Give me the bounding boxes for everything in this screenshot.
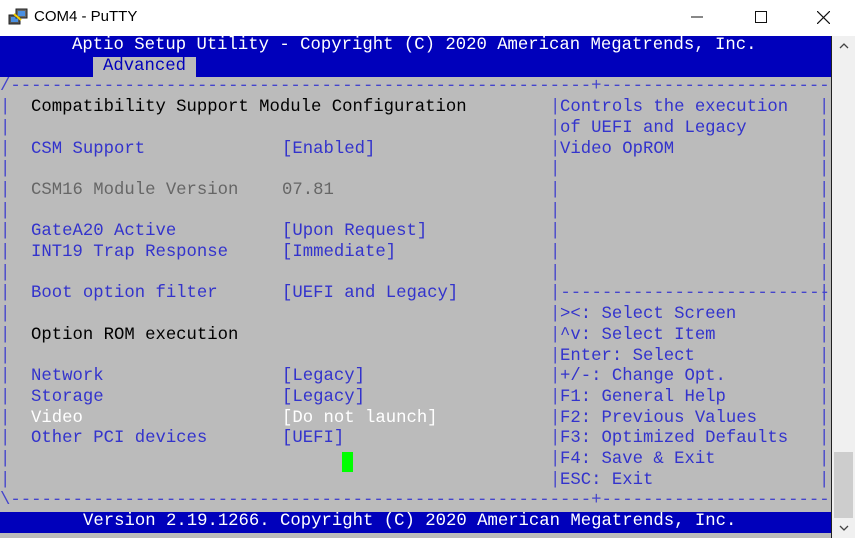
setting-row-storage[interactable]: Storage [Legacy] F1: General Help (0, 388, 831, 409)
setting-label: Video (31, 408, 83, 428)
window-titlebar: COM4 - PuTTY (0, 0, 855, 36)
setting-row-other-pci[interactable]: Other PCI devices [UEFI] F3: Optimized D… (0, 429, 831, 450)
setting-row-gatea20[interactable]: GateA20 Active [Upon Request] (0, 222, 831, 243)
key-help-item: ^v: Select Item (560, 325, 716, 345)
key-help-item: ESC: Exit (560, 470, 654, 490)
help-text-line: of UEFI and Legacy (560, 118, 747, 138)
section-title: Compatibility Support Module Configurati… (31, 98, 467, 118)
setting-label: Boot option filter (31, 284, 218, 304)
subsection-title-row: Option ROM execution ^v: Select Item (0, 326, 831, 347)
setting-label: INT19 Trap Response (31, 243, 229, 262)
maximize-button[interactable] (738, 0, 784, 34)
setting-value[interactable]: [Do not launch] (282, 409, 438, 430)
bios-header-bar: Aptio Setup Utility - Copyright (C) 2020… (0, 36, 831, 57)
setting-value[interactable]: [UEFI] (282, 429, 344, 450)
vertical-scrollbar[interactable] (831, 36, 855, 538)
setting-value: 07.81 (282, 180, 334, 200)
setting-value[interactable]: [Legacy] (282, 388, 365, 409)
right-border-pipe: | (819, 201, 830, 221)
help-divider: |--------------------------| (550, 284, 831, 304)
chevron-down-icon (839, 525, 848, 531)
setting-label: Storage (31, 387, 104, 407)
scroll-up-button[interactable] (832, 36, 855, 56)
key-help-row: ><: Select Screen (0, 305, 831, 326)
minimize-icon (691, 16, 703, 18)
middle-border-pipe: | (550, 263, 561, 283)
close-button[interactable] (800, 0, 846, 34)
section-title-row: Compatibility Support Module Configurati… (0, 98, 831, 119)
blank-row: of UEFI and Legacy (0, 119, 831, 140)
key-help-row: F4: Save & Exit (0, 450, 831, 471)
setting-label: GateA20 Active (31, 222, 177, 242)
key-help-item: F4: Save & Exit (560, 450, 716, 469)
setting-label: Other PCI devices (31, 429, 208, 449)
key-help-item: F2: Previous Values (560, 408, 758, 428)
help-text-line: Video OpROM (560, 139, 675, 159)
key-help-item: +/-: Change Opt. (560, 367, 726, 387)
setting-row-csm16-version: CSM16 Module Version 07.81 (0, 181, 831, 202)
setting-value[interactable]: [Upon Request] (282, 222, 427, 243)
key-help-item: F3: Optimized Defaults (560, 429, 789, 449)
setting-label: Network (31, 367, 104, 387)
bottom-border: \---------------------------------------… (0, 491, 831, 512)
setting-row-csm-support[interactable]: CSM Support [Enabled] Video OpROM (0, 140, 831, 161)
setting-row-video[interactable]: Video [Do not launch] F2: Previous Value… (0, 409, 831, 430)
key-help-item: ><: Select Screen (560, 305, 737, 325)
chevron-up-icon (839, 43, 848, 49)
tab-advanced[interactable]: Advanced (93, 56, 196, 78)
scrollbar-thumb[interactable] (834, 452, 853, 518)
terminal-cursor (342, 452, 353, 472)
top-border: /---------------------------------------… (0, 77, 831, 98)
key-help-row: ESC: Exit (0, 471, 831, 492)
setting-value[interactable]: [Enabled] (282, 140, 375, 161)
putty-icon (8, 8, 28, 25)
close-icon (816, 10, 830, 24)
bios-footer-bar: Version 2.19.1266. Copyright (C) 2020 Am… (0, 512, 831, 533)
key-help-item: Enter: Select (560, 346, 695, 366)
bios-tab-bar: Advanced (0, 56, 831, 78)
terminal-screen[interactable]: Aptio Setup Utility - Copyright (C) 2020… (0, 36, 831, 538)
setting-row-network[interactable]: Network [Legacy] +/-: Change Opt. (0, 367, 831, 388)
window-title: COM4 - PuTTY (34, 8, 138, 25)
middle-border-pipe: | (550, 160, 561, 180)
key-help-row: Enter: Select (0, 347, 831, 368)
setting-row-int19[interactable]: INT19 Trap Response [Immediate] (0, 243, 831, 264)
middle-border-pipe: | (550, 201, 561, 221)
subsection-title: Option ROM execution (31, 325, 239, 345)
right-border-pipe: | (819, 160, 830, 180)
maximize-icon (755, 11, 767, 23)
setting-label: CSM16 Module Version (31, 180, 239, 200)
bios-header-title: Aptio Setup Utility - Copyright (C) 2020… (72, 36, 757, 55)
minimize-button[interactable] (674, 0, 720, 34)
setting-row-boot-option-filter[interactable]: Boot option filter [UEFI and Legacy] |--… (0, 284, 831, 305)
setting-value[interactable]: [Legacy] (282, 367, 365, 388)
setting-label: CSM Support (31, 139, 146, 159)
bottom-border-line: \---------------------------------------… (0, 491, 831, 511)
bios-footer-text: Version 2.19.1266. Copyright (C) 2020 Am… (83, 512, 737, 532)
setting-value[interactable]: [Immediate] (282, 243, 396, 264)
right-border-pipe: | (819, 263, 830, 283)
setting-value[interactable]: [UEFI and Legacy] (282, 284, 458, 305)
scroll-down-button[interactable] (832, 518, 855, 538)
help-text-line: Controls the execution (560, 98, 789, 118)
top-border-line: /---------------------------------------… (0, 77, 831, 97)
key-help-item: F1: General Help (560, 387, 726, 407)
